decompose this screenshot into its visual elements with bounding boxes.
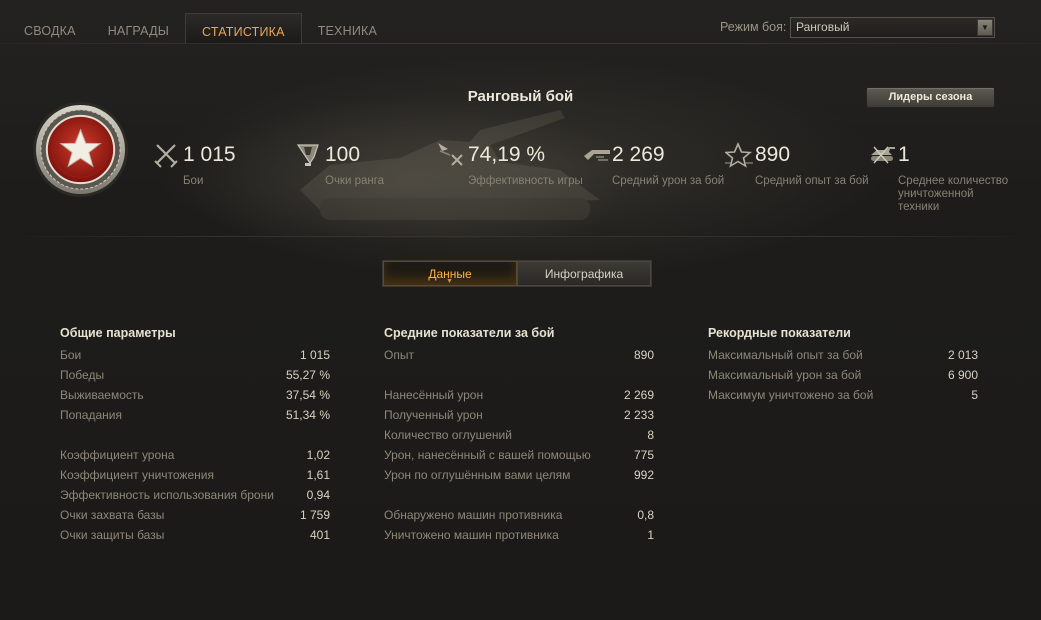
table-row: Коэффициент урона 1,02	[60, 448, 330, 462]
column-title: Общие параметры	[60, 326, 176, 340]
tab-vehicles[interactable]: ТЕХНИКА	[302, 13, 393, 44]
table-row: Урон, нанесённый с вашей помощью 775	[384, 448, 654, 462]
table-row: Опыт 890	[384, 348, 654, 362]
battle-mode-value: Ранговый	[796, 20, 850, 34]
tabs-divider	[0, 43, 1041, 44]
column-title: Рекордные показатели	[708, 326, 851, 340]
table-row: Максимальный урон за бой 6 900	[708, 368, 978, 382]
stat-avg-destroyed-value: 1	[898, 143, 910, 166]
stat-rank-points-label: Очки ранга	[325, 175, 385, 187]
stat-efficiency-value: 74,19 %	[468, 143, 546, 166]
statistics-screen: СВОДКА НАГРАДЫ СТАТИСТИКА ТЕХНИКА Режим …	[0, 0, 1041, 620]
rank-cup-icon	[296, 144, 319, 166]
crossed-swords-icon	[154, 144, 178, 168]
table-row: Обнаружено машин противника 0,8	[384, 508, 654, 522]
stat-battles-label: Бои	[183, 175, 204, 187]
view-toggle: Данные ▼ Инфографика	[382, 260, 652, 287]
general-params-column: Общие параметры Бои 1 015 Победы 55,27 % В…	[60, 325, 330, 545]
average-per-battle-column: Средние показатели за бой Опыт 890 Нанесё…	[384, 325, 654, 545]
table-row: Количество оглушений 8	[384, 428, 654, 442]
column-title: Средние показатели за бой	[384, 326, 555, 340]
table-row: Очки защиты базы 401	[60, 528, 330, 542]
table-row: Эффективность использования брони 0,94	[60, 488, 330, 502]
table-row: Полученный урон 2 233	[384, 408, 654, 422]
stat-avg-damage-value: 2 269	[612, 143, 665, 166]
infographic-view-button[interactable]: Инфографика	[517, 261, 651, 286]
destroyed-vehicle-icon	[871, 146, 895, 164]
tab-awards[interactable]: НАГРАДЫ	[92, 13, 185, 44]
row-spacer	[384, 365, 654, 385]
table-row: Коэффициент уничтожения 1,61	[60, 468, 330, 482]
efficiency-icon	[438, 143, 463, 166]
stat-avg-destroyed-label: Среднее количество уничтоженной техники	[898, 175, 1009, 213]
battle-mode-select[interactable]: Ранговый ▼	[790, 17, 995, 38]
row-spacer	[384, 485, 654, 505]
stat-efficiency-label: Эффективность игры	[468, 175, 583, 187]
row-spacer	[60, 425, 330, 445]
table-row: Максимум уничтожено за бой 5	[708, 388, 978, 402]
battle-mode-label: Режим боя:	[720, 20, 787, 34]
table-row: Максимальный опыт за бой 2 013	[708, 348, 978, 362]
table-row: Нанесённый урон 2 269	[384, 388, 654, 402]
table-row: Бои 1 015	[60, 348, 330, 362]
tab-statistics[interactable]: СТАТИСТИКА	[185, 13, 302, 44]
data-view-button[interactable]: Данные ▼	[383, 261, 517, 286]
table-row: Победы 55,27 %	[60, 368, 330, 382]
stat-avg-experience-value: 890	[755, 143, 791, 166]
records-column: Рекордные показатели Максимальный опыт з…	[708, 325, 978, 405]
table-row: Урон по оглушённым вами целям 992	[384, 468, 654, 482]
chevron-down-icon: ▼	[446, 278, 453, 285]
stat-rank-points-value: 100	[325, 143, 361, 166]
header-divider	[0, 236, 1041, 237]
chevron-down-icon[interactable]: ▼	[977, 19, 993, 36]
table-row: Очки захвата базы 1 759	[60, 508, 330, 522]
table-row: Попадания 51,34 %	[60, 408, 330, 422]
table-row: Уничтожено машин противника 1	[384, 528, 654, 542]
damage-icon	[584, 150, 610, 161]
rank-medal-icon	[32, 101, 129, 198]
stat-avg-experience-label: Средний опыт за бой	[755, 175, 869, 187]
season-leaders-button[interactable]: Лидеры сезона	[866, 87, 995, 108]
top-tabs: СВОДКА НАГРАДЫ СТАТИСТИКА ТЕХНИКА	[8, 13, 393, 44]
stat-avg-damage-label: Средний урон за бой	[612, 175, 725, 187]
experience-star-icon	[725, 142, 753, 168]
stat-battles-value: 1 015	[183, 143, 236, 166]
tab-summary[interactable]: СВОДКА	[8, 13, 92, 44]
table-row: Выживаемость 37,54 %	[60, 388, 330, 402]
